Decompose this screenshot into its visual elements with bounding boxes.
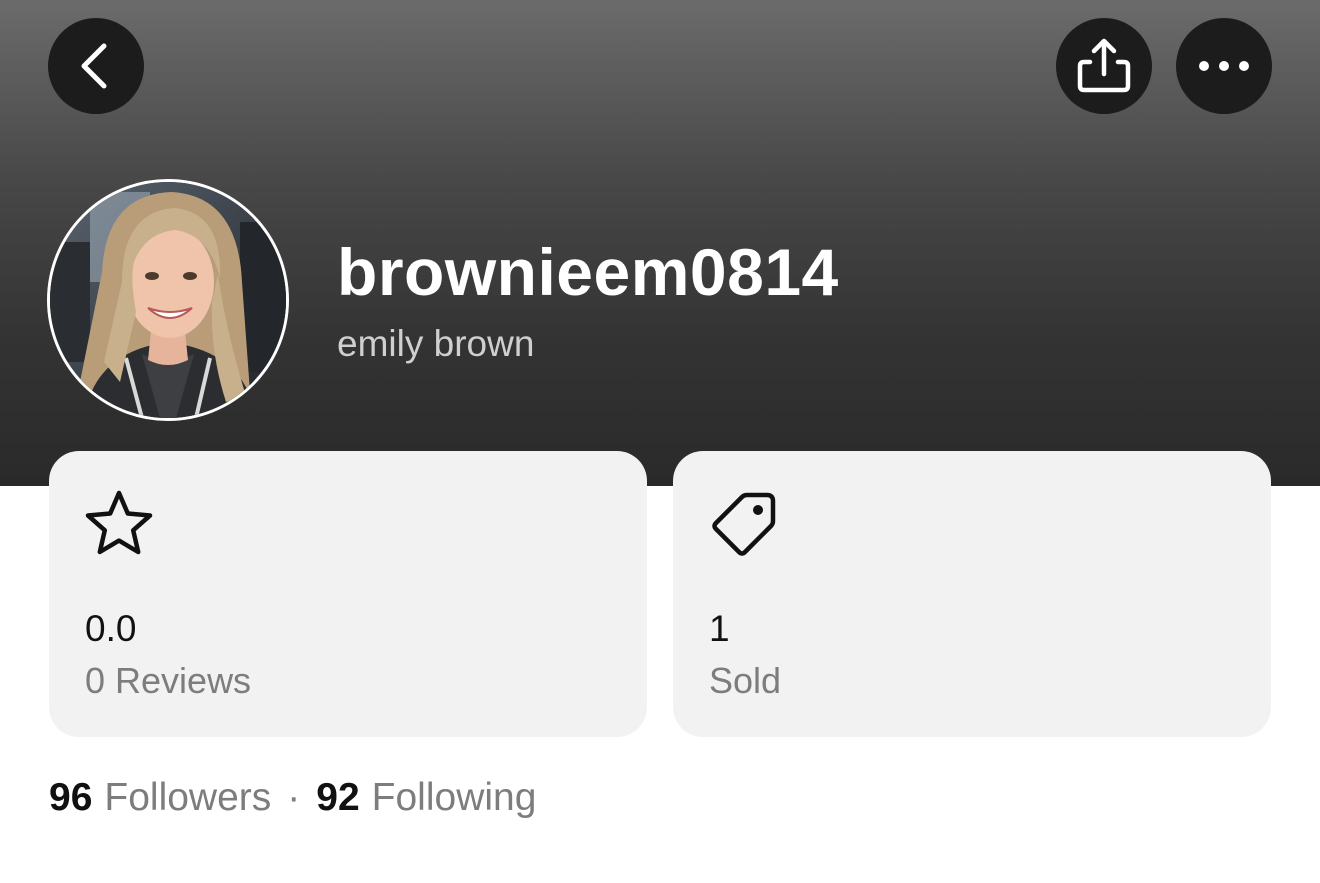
followers-count: 96	[49, 776, 93, 819]
separator-dot: ·	[287, 776, 301, 819]
followers-link[interactable]: 96 Followers	[49, 774, 271, 822]
star-icon	[85, 490, 153, 555]
sold-label: Sold	[709, 660, 782, 701]
username: brownieem0814	[337, 235, 839, 309]
back-button[interactable]	[48, 18, 144, 114]
rating-card[interactable]: 0.0 0 Reviews	[49, 451, 647, 737]
chevron-left-icon	[81, 43, 107, 89]
share-icon	[1077, 38, 1131, 93]
more-horizontal-icon	[1199, 61, 1249, 71]
avatar[interactable]	[47, 179, 289, 421]
rating-value: 0.0	[85, 608, 137, 649]
more-options-button[interactable]	[1176, 18, 1272, 114]
following-count: 92	[316, 776, 360, 819]
follow-stats: 96 Followers · 92 Following	[49, 774, 536, 822]
share-button[interactable]	[1056, 18, 1152, 114]
profile-page: brownieem0814 emily brown 0.0 0 Reviews …	[0, 0, 1320, 883]
profile-photo	[50, 182, 286, 418]
full-name: emily brown	[337, 323, 535, 364]
reviews-count: 0 Reviews	[85, 660, 252, 701]
tag-icon	[712, 492, 776, 556]
following-link[interactable]: 92 Following	[316, 774, 536, 822]
followers-label: Followers	[104, 776, 272, 819]
following-label: Following	[371, 776, 537, 819]
sold-card[interactable]: 1 Sold	[673, 451, 1271, 737]
sold-count: 1	[709, 608, 730, 649]
